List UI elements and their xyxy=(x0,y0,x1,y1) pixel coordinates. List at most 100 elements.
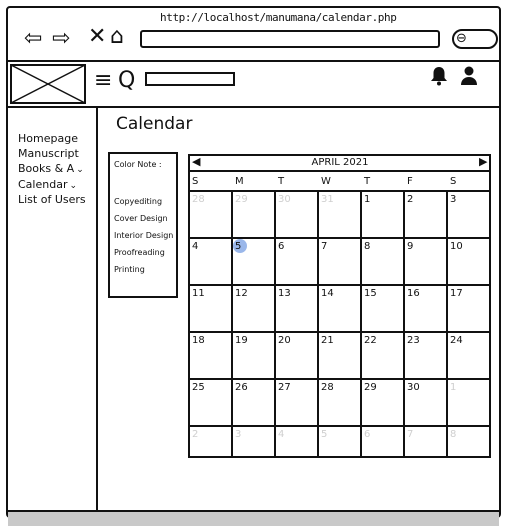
sidebar-item-label: Calendar xyxy=(18,178,68,191)
calendar-day[interactable]: 20 xyxy=(278,335,291,346)
calendar-day[interactable]: 2 xyxy=(407,194,413,205)
legend-item-interior-design: Interior Design xyxy=(114,231,174,240)
calendar-day[interactable]: 28 xyxy=(321,382,334,393)
calendar-day[interactable]: 3 xyxy=(450,194,456,205)
calendar-day[interactable]: 19 xyxy=(235,335,248,346)
grid-row-line xyxy=(188,284,491,286)
calendar-day[interactable]: 7 xyxy=(407,429,413,440)
chevron-down-icon[interactable]: ⌄ xyxy=(76,165,84,175)
back-arrow-icon[interactable]: ⇦ xyxy=(24,28,42,50)
month-label: APRIL 2021 xyxy=(311,157,369,168)
calendar-day[interactable]: 10 xyxy=(450,241,463,252)
url-text[interactable]: http://localhost/manumana/calendar.php xyxy=(160,11,397,24)
calendar-day[interactable]: 5 xyxy=(235,241,241,252)
calendar-day[interactable]: 13 xyxy=(278,288,291,299)
calendar-day[interactable]: 31 xyxy=(321,194,334,205)
calendar-day[interactable]: 16 xyxy=(407,288,420,299)
weekday-header: M xyxy=(235,176,244,187)
topbar-divider xyxy=(8,106,499,108)
search-input[interactable] xyxy=(145,72,235,86)
forward-arrow-icon[interactable]: ⇨ xyxy=(52,28,70,50)
calendar-day[interactable]: 2 xyxy=(192,429,198,440)
calendar-day[interactable]: 17 xyxy=(450,288,463,299)
calendar-day[interactable]: 1 xyxy=(364,194,370,205)
color-note-panel xyxy=(108,152,178,298)
calendar-day[interactable]: 4 xyxy=(192,241,198,252)
calendar-day[interactable]: 3 xyxy=(235,429,241,440)
calendar-day[interactable]: 29 xyxy=(235,194,248,205)
legend-item-printing: Printing xyxy=(114,265,145,274)
sidebar-item-label: Homepage xyxy=(18,132,78,145)
weekday-header: S xyxy=(450,176,457,187)
prev-month-button[interactable]: ◀ xyxy=(192,155,200,168)
page-title: Calendar xyxy=(116,114,193,134)
grid-column-line xyxy=(360,190,362,458)
weekday-header: T xyxy=(364,176,371,187)
grid-row-line xyxy=(188,331,491,333)
next-month-button[interactable]: ▶ xyxy=(479,155,487,168)
legend-item-cover-design: Cover Design xyxy=(114,214,168,223)
calendar-day[interactable]: 14 xyxy=(321,288,334,299)
calendar-day[interactable]: 8 xyxy=(364,241,370,252)
hamburger-menu-icon[interactable]: ≡ xyxy=(94,70,112,92)
calendar-day[interactable]: 5 xyxy=(321,429,327,440)
search-icon[interactable]: Q xyxy=(118,68,135,93)
calendar-day[interactable]: 8 xyxy=(450,429,456,440)
sidebar-divider xyxy=(96,108,98,510)
calendar-day[interactable]: 30 xyxy=(407,382,420,393)
calendar-day[interactable]: 4 xyxy=(278,429,284,440)
calendar-day[interactable]: 27 xyxy=(278,382,291,393)
calendar-day[interactable]: 11 xyxy=(192,288,205,299)
calendar-day[interactable]: 24 xyxy=(450,335,463,346)
grid-column-line xyxy=(403,190,405,458)
calendar-day[interactable]: 1 xyxy=(450,382,456,393)
bell-icon[interactable] xyxy=(430,66,448,91)
sidebar-item-label: Manuscript xyxy=(18,147,79,160)
browser-search-icon: ⊖ xyxy=(456,31,467,46)
sidebar-item-label: Books & A xyxy=(18,162,75,175)
user-icon[interactable] xyxy=(460,66,478,91)
legend-item-copyediting: Copyediting xyxy=(114,197,163,206)
calendar-day[interactable]: 26 xyxy=(235,382,248,393)
weekday-header: S xyxy=(192,176,199,187)
grid-column-line xyxy=(274,190,276,458)
calendar-day[interactable]: 15 xyxy=(364,288,377,299)
weekday-header: W xyxy=(321,176,331,187)
chevron-down-icon[interactable]: ⌄ xyxy=(69,181,77,191)
calendar-day[interactable]: 9 xyxy=(407,241,413,252)
sidebar-item-books[interactable]: Books & A ⌄ xyxy=(18,162,84,175)
calendar-day[interactable]: 23 xyxy=(407,335,420,346)
grid-column-line xyxy=(446,190,448,458)
calendar-day[interactable]: 29 xyxy=(364,382,377,393)
grid-row-line xyxy=(188,237,491,239)
weekday-header: F xyxy=(407,176,413,187)
calendar-day[interactable]: 12 xyxy=(235,288,248,299)
calendar-day[interactable]: 21 xyxy=(321,335,334,346)
calendar-day[interactable]: 30 xyxy=(278,194,291,205)
calendar-day[interactable]: 22 xyxy=(364,335,377,346)
legend-item-proofreading: Proofreading xyxy=(114,248,165,257)
grid-row-line xyxy=(188,425,491,427)
logo-placeholder-icon xyxy=(10,64,86,104)
close-icon[interactable]: ✕ xyxy=(88,26,106,48)
status-bar xyxy=(8,510,499,526)
grid-column-line xyxy=(317,190,319,458)
sidebar-item-homepage[interactable]: Homepage xyxy=(18,132,78,145)
sidebar-item-users[interactable]: List of Users xyxy=(18,193,86,206)
weekday-header: T xyxy=(278,176,285,187)
chrome-divider xyxy=(8,60,499,62)
calendar-day[interactable]: 25 xyxy=(192,382,205,393)
grid-row-line xyxy=(188,378,491,380)
address-bar[interactable] xyxy=(140,30,440,48)
calendar-day[interactable]: 6 xyxy=(278,241,284,252)
home-icon[interactable]: ⌂ xyxy=(110,26,124,48)
grid-column-line xyxy=(231,190,233,458)
calendar-day[interactable]: 6 xyxy=(364,429,370,440)
sidebar-item-manuscript[interactable]: Manuscript xyxy=(18,147,79,160)
sidebar-item-calendar[interactable]: Calendar ⌄ xyxy=(18,178,77,191)
sidebar-item-label: List of Users xyxy=(18,193,86,206)
color-note-title: Color Note : xyxy=(114,160,162,169)
calendar-day[interactable]: 18 xyxy=(192,335,205,346)
calendar-day[interactable]: 28 xyxy=(192,194,205,205)
calendar-day[interactable]: 7 xyxy=(321,241,327,252)
